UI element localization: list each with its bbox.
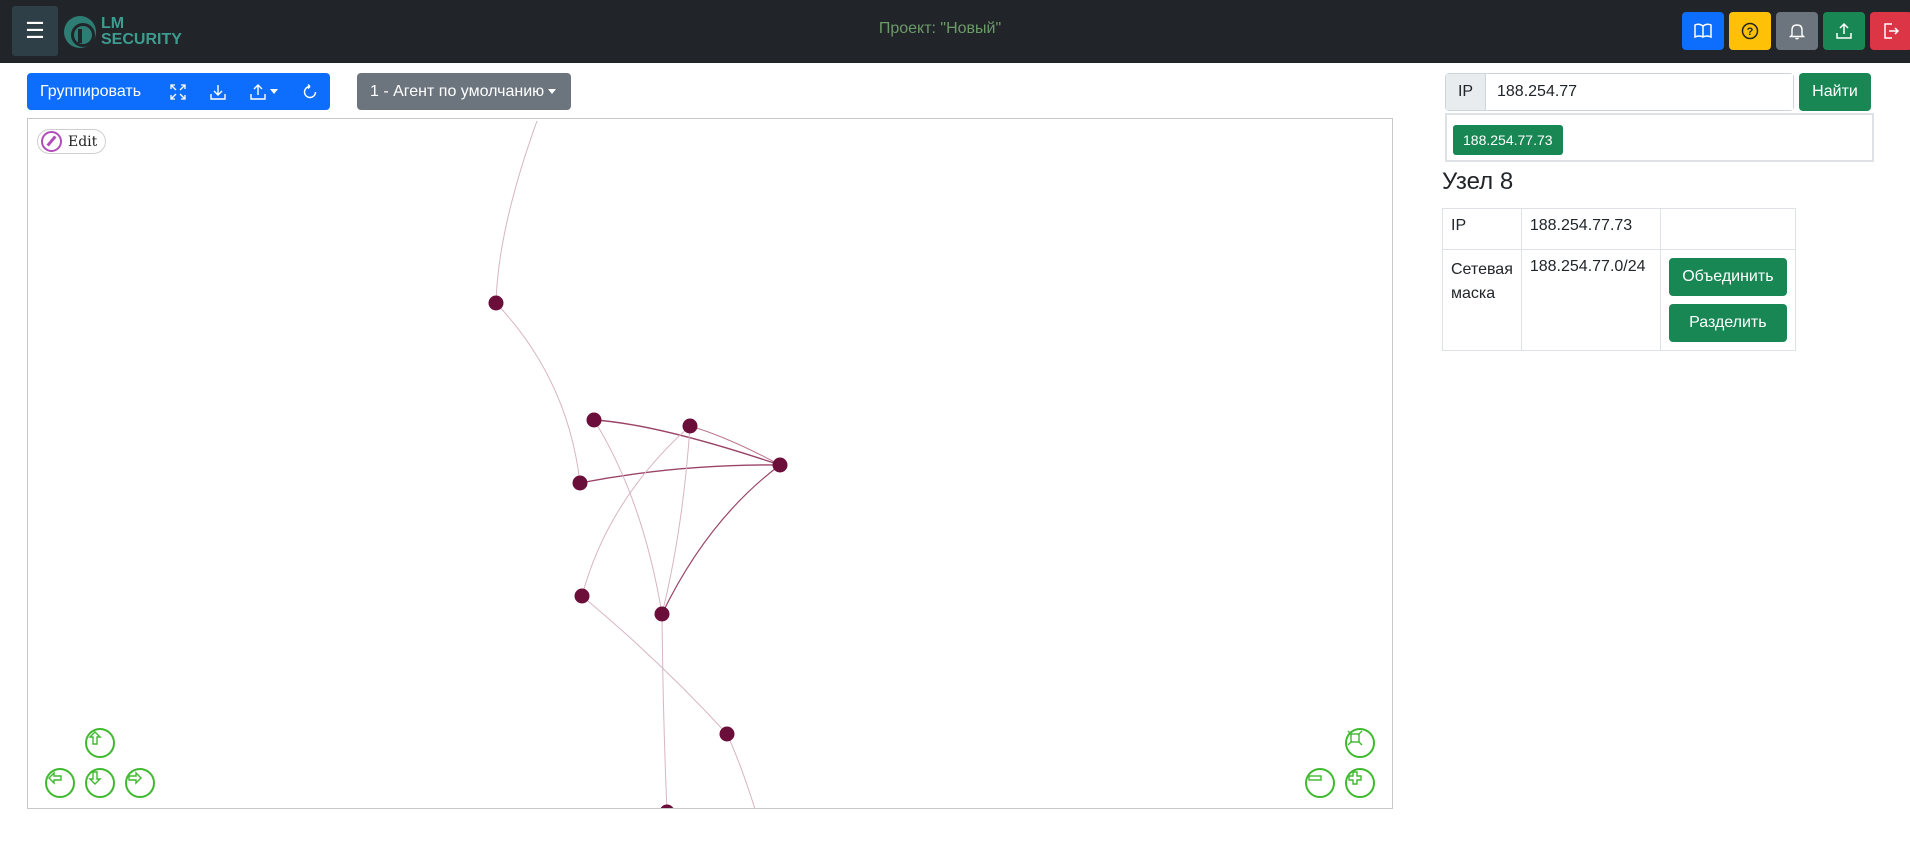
book-icon: [1694, 23, 1712, 39]
upload-dropdown-button[interactable]: [238, 73, 290, 110]
zoom-in-icon: [1348, 771, 1362, 785]
arrow-left-icon: [48, 771, 62, 785]
split-button[interactable]: Разделить: [1668, 304, 1787, 342]
graph-edge: [726, 733, 756, 808]
upload-icon: [1836, 22, 1852, 39]
node-info-table: IP 188.254.77.73 Сетевая маска 188.254.7…: [1442, 208, 1796, 351]
agent-dropdown[interactable]: 1 - Агент по умолчанию: [357, 73, 571, 110]
find-button[interactable]: Найти: [1799, 73, 1871, 111]
download-button[interactable]: [198, 73, 238, 110]
graph-node[interactable]: [572, 475, 588, 491]
graph-node[interactable]: [488, 295, 504, 311]
search-results: 188.254.77.73: [1445, 113, 1874, 162]
edit-label: Edit: [68, 133, 98, 150]
arrow-down-icon: [88, 771, 102, 785]
zoom-out-button[interactable]: [1305, 768, 1335, 798]
logo-icon: [64, 16, 96, 48]
fullscreen-icon: [170, 83, 186, 100]
project-title: Проект: "Новый": [878, 20, 1002, 37]
pan-up-button[interactable]: [85, 728, 115, 758]
graph-edge: [661, 613, 668, 808]
graph-edge: [495, 302, 581, 484]
edit-graph-button[interactable]: Edit: [37, 129, 107, 154]
empty-cell: [1659, 208, 1796, 250]
node-title: Узел 8: [1442, 168, 1514, 195]
merge-button[interactable]: Объединить: [1668, 258, 1787, 296]
pan-down-button[interactable]: [85, 768, 115, 798]
caret-down-icon: [548, 89, 557, 94]
refresh-button[interactable]: [290, 73, 330, 110]
download-icon: [210, 84, 226, 100]
graph-toolbar: Группировать: [27, 73, 331, 110]
graph-edge: [495, 120, 538, 304]
bell-icon: [1788, 24, 1806, 40]
brand-line-2: SECURITY: [101, 31, 182, 48]
graph-canvas[interactable]: [28, 119, 1393, 809]
upload-dropdown-icon: [250, 83, 266, 100]
upload-button[interactable]: [1823, 12, 1865, 50]
table-row: IP 188.254.77.73: [1442, 208, 1796, 250]
refresh-icon: [303, 83, 317, 98]
svg-text:?: ?: [1747, 26, 1754, 38]
menu-toggle-button[interactable]: ☰: [12, 6, 58, 56]
graph-edge: [593, 419, 663, 615]
ip-search-input[interactable]: [1486, 74, 1793, 110]
ip-value-cell: 188.254.77.73: [1520, 208, 1661, 250]
graph-node[interactable]: [682, 418, 698, 434]
docs-button[interactable]: [1682, 12, 1724, 50]
help-icon: ?: [1741, 22, 1759, 40]
graph-edge: [581, 425, 691, 597]
graph-nodes[interactable]: [488, 295, 788, 810]
agent-dropdown-label: 1 - Агент по умолчанию: [370, 82, 545, 100]
graph-node[interactable]: [660, 804, 675, 810]
mask-label-cell: Сетевая маска: [1442, 249, 1522, 351]
graph-node-selected[interactable]: [772, 457, 788, 473]
notifications-button[interactable]: [1776, 12, 1818, 50]
graph-edge: [581, 595, 728, 735]
network-graph[interactable]: Edit: [27, 118, 1393, 809]
logout-button[interactable]: [1870, 12, 1910, 50]
pan-right-button[interactable]: [125, 768, 155, 798]
brand-logo[interactable]: LM SECURITY: [64, 14, 182, 50]
fit-icon: [1347, 730, 1363, 746]
group-button[interactable]: Группировать: [27, 83, 158, 101]
graph-node[interactable]: [654, 606, 670, 622]
graph-node[interactable]: [574, 588, 590, 604]
zoom-in-button[interactable]: [1345, 768, 1375, 798]
graph-edge: [579, 464, 781, 484]
pencil-icon: [41, 131, 62, 152]
help-button[interactable]: ?: [1729, 12, 1771, 50]
graph-edges: [495, 120, 781, 808]
ip-search-group: IP: [1445, 73, 1794, 111]
caret-down-icon: [270, 89, 279, 94]
search-result-item[interactable]: 188.254.77.73: [1453, 125, 1563, 155]
ip-label-cell: IP: [1442, 208, 1522, 250]
arrow-right-icon: [128, 771, 142, 785]
brand-line-1: LM: [101, 15, 125, 32]
graph-edge: [661, 464, 781, 615]
fullscreen-button[interactable]: [158, 73, 198, 110]
ip-prefix-label: IP: [1446, 74, 1486, 110]
graph-node[interactable]: [719, 726, 735, 742]
graph-node[interactable]: [586, 412, 602, 428]
graph-edge: [661, 425, 691, 615]
table-row: Сетевая маска 188.254.77.0/24 Объединить…: [1442, 249, 1796, 351]
top-navbar: ☰ LM SECURITY Проект: "Новый" ?: [0, 0, 1910, 63]
actions-cell: Объединить Разделить: [1659, 249, 1796, 351]
graph-edge: [689, 425, 781, 466]
brand-name: LM SECURITY: [101, 16, 182, 48]
arrow-up-icon: [88, 731, 102, 745]
fit-view-button[interactable]: [1345, 728, 1375, 758]
mask-value-cell: 188.254.77.0/24: [1520, 249, 1661, 351]
zoom-out-icon: [1308, 775, 1322, 781]
pan-left-button[interactable]: [45, 768, 75, 798]
logout-icon: [1884, 23, 1900, 39]
hamburger-icon: ☰: [25, 18, 45, 43]
